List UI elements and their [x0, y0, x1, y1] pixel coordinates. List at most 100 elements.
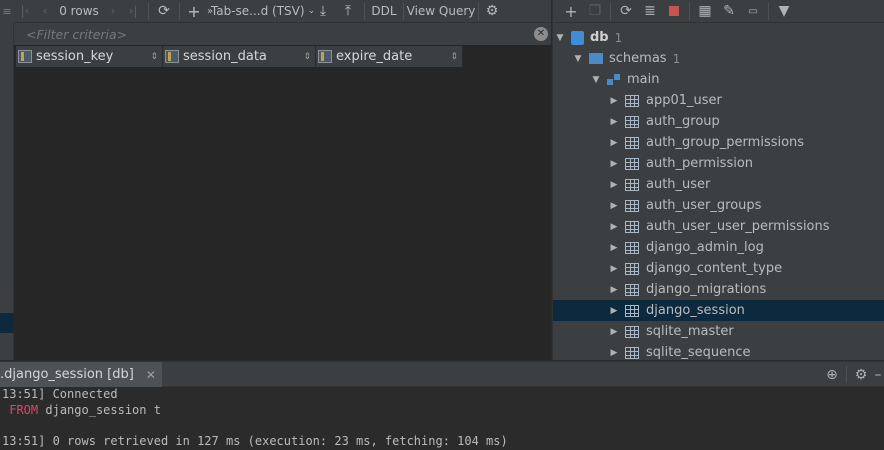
table-icon: [625, 283, 639, 296]
table-node-label: auth_user_user_permissions: [646, 219, 830, 234]
table-node-label: sqlite_master: [646, 324, 734, 339]
console-tab-bar: .django_session [db] ✕ ⊕ ⚙ –: [0, 361, 884, 387]
chevron-right-icon[interactable]: ▶: [609, 138, 619, 148]
export-icon[interactable]: ⤓: [310, 0, 336, 23]
chevron-right-icon[interactable]: ▶: [609, 327, 619, 337]
chevron-right-icon[interactable]: ▶: [609, 285, 619, 295]
tree-node-schemas[interactable]: ▼ schemas 1: [553, 48, 884, 69]
table-node-sqlite-master[interactable]: ▶ sqlite_master: [553, 321, 884, 342]
prev-page-icon[interactable]: ‹: [36, 0, 54, 23]
table-icon: [625, 346, 639, 359]
add-icon[interactable]: +: [559, 0, 583, 23]
table-node-label: django_content_type: [646, 261, 783, 276]
filter-input[interactable]: <Filter criteria>: [26, 27, 534, 42]
chevron-right-icon[interactable]: ▶: [609, 180, 619, 190]
table-icon: [625, 136, 639, 149]
table-node-auth-group-permissions[interactable]: ▶ auth_group_permissions: [553, 132, 884, 153]
chevron-right-icon[interactable]: ▶: [609, 222, 619, 232]
chevron-right-icon[interactable]: ▶: [609, 117, 619, 127]
data-editor-toolbar: |‹ ‹ 0 rows › ›| ⟳ + » Tab-se...d (TSV) …: [14, 0, 551, 23]
table-node-app01-user[interactable]: ▶ app01_user: [553, 90, 884, 111]
table-icon: [625, 115, 639, 128]
first-page-icon[interactable]: |‹: [14, 0, 36, 23]
table-node-auth-group[interactable]: ▶ auth_group: [553, 111, 884, 132]
hide-icon[interactable]: –: [872, 362, 884, 387]
target-icon[interactable]: ⊕: [821, 362, 843, 387]
sort-icon[interactable]: ⇕: [450, 52, 458, 62]
chevron-right-icon[interactable]: ▶: [609, 264, 619, 274]
console-line: 13:51] Connected: [2, 387, 118, 401]
refresh-icon[interactable]: ⟳: [614, 0, 638, 23]
table-node-auth-permission[interactable]: ▶ auth_permission: [553, 153, 884, 174]
add-row-icon[interactable]: +: [184, 0, 204, 23]
table-icon: [625, 178, 639, 191]
chevron-right-icon[interactable]: ▶: [609, 243, 619, 253]
toolbar-divider: [179, 2, 180, 20]
filter-icon[interactable]: ▼: [772, 0, 796, 23]
table-icon[interactable]: ▦: [693, 0, 717, 23]
column-header-expire-date[interactable]: expire_date ⇕: [316, 46, 463, 67]
table-node-auth-user-user-permissions[interactable]: ▶ auth_user_user_permissions: [553, 216, 884, 237]
gutter-selection-marker: [0, 313, 14, 333]
gear-icon[interactable]: ⚙: [850, 362, 872, 387]
table-node-django-admin-log[interactable]: ▶ django_admin_log: [553, 237, 884, 258]
chevron-down-icon[interactable]: ▼: [555, 33, 565, 43]
close-icon[interactable]: ✕: [146, 368, 156, 382]
table-node-label: sqlite_sequence: [646, 345, 751, 360]
chevron-right-icon[interactable]: ▶: [609, 201, 619, 211]
settings-icon[interactable]: ⚙: [483, 0, 501, 23]
column-header-session-data[interactable]: session_data ⇕: [163, 46, 316, 67]
tree-node-main[interactable]: ▼ main: [553, 69, 884, 90]
next-page-icon[interactable]: ›: [104, 0, 122, 23]
tree-node-db[interactable]: ▼ db 1: [553, 27, 884, 48]
table-node-auth-user[interactable]: ▶ auth_user: [553, 174, 884, 195]
filter-bar[interactable]: <Filter criteria> ✕: [14, 23, 551, 45]
table-icon: [625, 157, 639, 170]
sort-icon[interactable]: ⇕: [303, 52, 311, 62]
chevron-right-icon[interactable]: ▶: [609, 159, 619, 169]
table-icon: [625, 325, 639, 338]
last-page-icon[interactable]: ›|: [122, 0, 144, 23]
table-node-auth-user-groups[interactable]: ▶ auth_user_groups: [553, 195, 884, 216]
console-line: 13:51] 0 rows retrieved in 127 ms (execu…: [2, 434, 508, 448]
view-query-button[interactable]: View Query: [407, 0, 476, 23]
chevron-down-icon[interactable]: ▼: [591, 75, 601, 85]
collapse-icon[interactable]: ≡: [0, 0, 14, 23]
chevron-down-icon[interactable]: ▼: [573, 54, 583, 64]
stop-icon[interactable]: [662, 0, 686, 23]
database-icon: [571, 30, 584, 45]
sort-icon[interactable]: ⇕: [150, 52, 158, 62]
sql-icon[interactable]: ≣: [638, 0, 662, 23]
grid-header: session_key ⇕ session_data ⇕ expire_date…: [16, 46, 463, 67]
upload-icon[interactable]: ⤒: [336, 0, 360, 23]
table-node-label: auth_group: [646, 114, 720, 129]
column-icon: [165, 50, 179, 63]
toolbar-divider: [768, 2, 769, 20]
console-line: FROM django_session t: [2, 403, 161, 417]
column-header-session-key[interactable]: session_key ⇕: [16, 46, 163, 67]
chevron-right-icon[interactable]: ▶: [609, 348, 619, 358]
log-message: 0 rows retrieved in 127 ms (execution: 2…: [52, 434, 508, 448]
edit-icon[interactable]: ✎: [717, 0, 741, 23]
table-icon: [625, 241, 639, 254]
table-node-label: django_migrations: [646, 282, 767, 297]
refresh-icon[interactable]: ⟳: [153, 0, 175, 23]
table-node-django-content-type[interactable]: ▶ django_content_type: [553, 258, 884, 279]
rows-count-label[interactable]: 0 rows: [54, 0, 104, 23]
console-output[interactable]: 13:51] Connected FROM django_session t 1…: [0, 387, 884, 450]
extractor-dropdown[interactable]: Tab-se...d (TSV) ⌄: [211, 0, 315, 23]
table-node-label: app01_user: [646, 93, 722, 108]
table-node-sqlite-sequence[interactable]: ▶ sqlite_sequence: [553, 342, 884, 363]
chevron-right-icon[interactable]: ▶: [609, 96, 619, 106]
table-node-django-migrations[interactable]: ▶ django_migrations: [553, 279, 884, 300]
console-icon[interactable]: ▭: [741, 0, 765, 23]
result-grid[interactable]: [14, 45, 551, 360]
console-tab[interactable]: .django_session [db] ✕: [0, 362, 162, 387]
toolbar-divider: [148, 2, 149, 20]
close-icon[interactable]: ✕: [534, 27, 548, 41]
ddl-button[interactable]: DDL: [369, 0, 399, 23]
copy-icon[interactable]: ❐: [583, 0, 607, 23]
chevron-right-icon[interactable]: ▶: [609, 306, 619, 316]
table-icon: [625, 94, 639, 107]
table-node-django-session[interactable]: ▶ django_session: [553, 300, 884, 321]
